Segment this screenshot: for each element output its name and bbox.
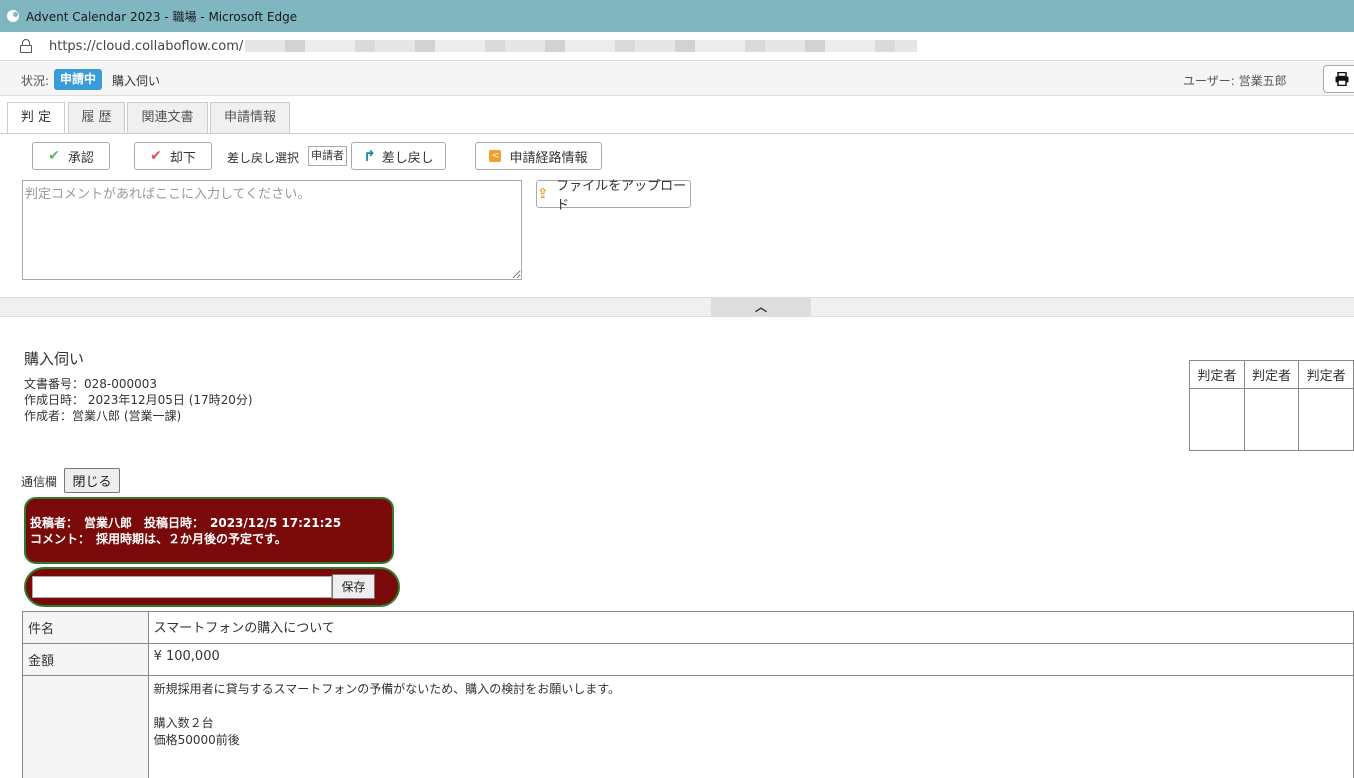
body-value: 新規採用者に貸与するスマートフォンの予備がないため、購入の検討をお願いします。 … (147, 675, 1354, 778)
approver-header: 判定者 (1298, 360, 1354, 389)
window-title: Advent Calendar 2023 - 職場 - Microsoft Ed… (26, 9, 298, 24)
board-post: 投稿者： 営業八郎 投稿日時： 2023/12/5 17:21:25 コメント：… (24, 497, 394, 564)
approver-header: 判定者 (1243, 360, 1300, 389)
status-document-name: 購入伺い (112, 74, 161, 88)
tab-application-info[interactable]: 申請情報 (210, 102, 290, 134)
document-created: 作成日時： 2023年12月05日 (17時20分) (24, 393, 253, 407)
tab-underline (0, 133, 1354, 134)
status-bar: 状況: 申請中 購入伺い ユーザー: 営業五郎 (0, 62, 1354, 96)
check-icon: ✔ (48, 148, 60, 164)
reject-button[interactable]: ✔ 却下 (134, 142, 212, 170)
amount-value: ¥ 100,000 (147, 643, 1354, 676)
reply-input[interactable] (32, 576, 332, 598)
sendback-button[interactable]: ↱ 差し戻し (351, 142, 446, 170)
application-form: 件名 スマートフォンの購入について 金額 ¥ 100,000 新規採用者に貸与す… (22, 611, 1354, 778)
redacted-url-path (245, 40, 918, 52)
body-line (154, 698, 1348, 715)
document-author: 作成者：営業八郎 (営業一課) (24, 409, 182, 423)
current-user: ユーザー: 営業五郎 (1183, 74, 1287, 88)
close-board-button[interactable]: 閉じる (64, 468, 120, 493)
edge-app-icon (7, 10, 19, 22)
upload-icon: ⇪ (537, 186, 549, 202)
status-badge: 申請中 (54, 69, 103, 90)
upload-file-button[interactable]: ⇪ ファイルをアップロード (536, 179, 691, 213)
approver-stamp-cell (1298, 388, 1354, 451)
chevron-up-icon: ︿ (754, 300, 767, 314)
share-icon: < (489, 150, 502, 162)
body-label (22, 675, 149, 778)
subject-label: 件名 (22, 611, 149, 644)
route-info-label: 申請経路情報 (509, 150, 588, 166)
post-header: 投稿者： 営業八郎 投稿日時： 2023/12/5 17:21:25 (30, 516, 342, 530)
approve-label: 承認 (67, 150, 94, 166)
panel-divider (0, 297, 1354, 317)
document-number: 文書番号：028-000003 (24, 377, 158, 391)
approver-stamp-cell (1189, 388, 1245, 451)
lock-icon (20, 39, 32, 53)
reject-label: 却下 (169, 150, 196, 166)
printer-icon (1335, 72, 1349, 86)
approve-button[interactable]: ✔ 承認 (32, 142, 110, 170)
tab-judgement[interactable]: 判 定 (7, 102, 65, 134)
approver-table: 判定者 判定者 判定者 (1189, 360, 1354, 451)
amount-label: 金額 (22, 643, 149, 676)
body-line: 価格50000前後 (153, 733, 240, 747)
sendback-label: 差し戻し (381, 150, 434, 166)
tab-history[interactable]: 履 歴 (68, 102, 125, 134)
document-title: 購入伺い (24, 350, 85, 368)
body-line: 購入数２台 (153, 716, 214, 730)
body-line: 新規採用者に貸与するスマートフォンの予備がないため、購入の検討をお願いします。 (153, 682, 621, 696)
tab-related-docs[interactable]: 関連文書 (127, 102, 208, 134)
sendback-select-label: 差し戻し選択 (227, 151, 300, 165)
check-icon-red: ✔ (150, 148, 162, 164)
address-bar[interactable]: https://cloud.collaboflow.com/ (0, 32, 1354, 61)
board-label: 通信欄 (21, 475, 58, 489)
approver-stamp-cell (1243, 388, 1300, 451)
tab-bar: 判 定 履 歴 関連文書 申請情報 (0, 96, 1354, 134)
approver-header: 判定者 (1189, 360, 1245, 389)
window-titlebar: Advent Calendar 2023 - 職場 - Microsoft Ed… (0, 0, 1354, 32)
status-label: 状況: (21, 74, 50, 88)
subject-value: スマートフォンの購入について (147, 611, 1354, 644)
sendback-target-select[interactable]: 申請者 (308, 146, 347, 166)
save-button[interactable]: 保存 (332, 574, 375, 599)
route-info-button[interactable]: < 申請経路情報 (475, 142, 602, 170)
collapse-panel-button[interactable]: ︿ (711, 298, 811, 317)
url-text[interactable]: https://cloud.collaboflow.com/ (49, 39, 243, 54)
post-comment: コメント： 採用時期は、２か月後の予定です。 (30, 532, 287, 546)
upload-label: ファイルをアップロード (556, 179, 687, 213)
share-arrow-icon: ↱ (363, 147, 376, 165)
judgement-comment-textarea[interactable] (22, 180, 522, 280)
